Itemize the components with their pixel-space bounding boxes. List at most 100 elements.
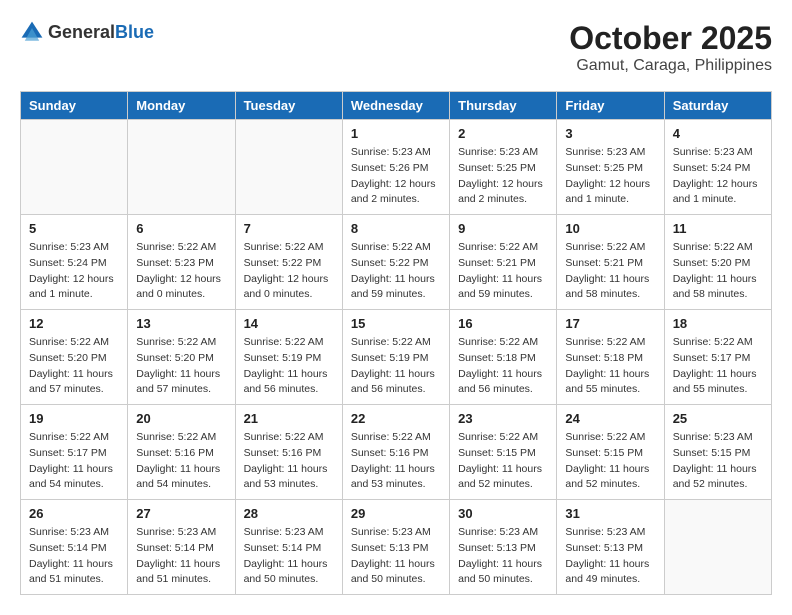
day-number: 16 [458,316,548,331]
weekday-header-saturday: Saturday [664,92,771,120]
day-number: 13 [136,316,226,331]
week-row-4: 19 Sunrise: 5:22 AMSunset: 5:17 PMDayligh… [21,405,772,500]
day-number: 8 [351,221,441,236]
weekday-header-tuesday: Tuesday [235,92,342,120]
day-cell: 10 Sunrise: 5:22 AMSunset: 5:21 PMDayligh… [557,215,664,310]
day-cell: 3 Sunrise: 5:23 AMSunset: 5:25 PMDaylight… [557,120,664,215]
day-info: Sunrise: 5:22 AMSunset: 5:17 PMDaylight:… [673,335,763,398]
day-info: Sunrise: 5:22 AMSunset: 5:23 PMDaylight:… [136,240,226,303]
day-info: Sunrise: 5:22 AMSunset: 5:21 PMDaylight:… [458,240,548,303]
month-title: October 2025 [569,20,772,57]
day-info: Sunrise: 5:23 AMSunset: 5:14 PMDaylight:… [136,525,226,588]
day-info: Sunrise: 5:23 AMSunset: 5:26 PMDaylight:… [351,145,441,208]
day-info: Sunrise: 5:22 AMSunset: 5:22 PMDaylight:… [351,240,441,303]
day-info: Sunrise: 5:22 AMSunset: 5:20 PMDaylight:… [29,335,119,398]
day-cell: 11 Sunrise: 5:22 AMSunset: 5:20 PMDayligh… [664,215,771,310]
weekday-header-wednesday: Wednesday [342,92,449,120]
day-info: Sunrise: 5:23 AMSunset: 5:25 PMDaylight:… [565,145,655,208]
day-info: Sunrise: 5:23 AMSunset: 5:13 PMDaylight:… [458,525,548,588]
day-cell: 15 Sunrise: 5:22 AMSunset: 5:19 PMDayligh… [342,310,449,405]
day-info: Sunrise: 5:22 AMSunset: 5:19 PMDaylight:… [351,335,441,398]
weekday-header-sunday: Sunday [21,92,128,120]
day-cell: 20Sunrise: 5:22 AMSunset: 5:16 PMDayligh… [128,405,235,500]
day-info: Sunrise: 5:23 AMSunset: 5:14 PMDaylight:… [244,525,334,588]
day-cell: 22 Sunrise: 5:22 AMSunset: 5:16 PMDayligh… [342,405,449,500]
day-cell: 5 Sunrise: 5:23 AMSunset: 5:24 PMDaylight… [21,215,128,310]
day-number: 27 [136,506,226,521]
day-number: 23 [458,411,548,426]
day-number: 30 [458,506,548,521]
day-info: Sunrise: 5:23 AMSunset: 5:13 PMDaylight:… [351,525,441,588]
day-info: Sunrise: 5:23 AMSunset: 5:24 PMDaylight:… [29,240,119,303]
location-title: Gamut, Caraga, Philippines [569,57,772,75]
day-info: Sunrise: 5:22 AMSunset: 5:21 PMDaylight:… [565,240,655,303]
day-number: 31 [565,506,655,521]
day-cell [664,500,771,595]
week-row-2: 5 Sunrise: 5:23 AMSunset: 5:24 PMDaylight… [21,215,772,310]
day-number: 19 [29,411,119,426]
day-info: Sunrise: 5:22 AMSunset: 5:16 PMDaylight:… [351,430,441,493]
day-info: Sunrise: 5:22 AMSunset: 5:18 PMDaylight:… [565,335,655,398]
title-block: October 2025 Gamut, Caraga, Philippines [569,20,772,75]
day-cell: 14 Sunrise: 5:22 AMSunset: 5:19 PMDayligh… [235,310,342,405]
logo-text: GeneralBlue [48,22,154,43]
day-info: Sunrise: 5:22 AMSunset: 5:20 PMDaylight:… [673,240,763,303]
day-number: 7 [244,221,334,236]
week-row-5: 26 Sunrise: 5:23 AMSunset: 5:14 PMDayligh… [21,500,772,595]
weekday-header-friday: Friday [557,92,664,120]
day-cell: 31 Sunrise: 5:23 AMSunset: 5:13 PMDayligh… [557,500,664,595]
day-cell: 2Sunrise: 5:23 AMSunset: 5:25 PMDaylight… [450,120,557,215]
day-number: 15 [351,316,441,331]
day-cell: 26Sunrise: 5:23 AMSunset: 5:14 PMDayligh… [21,500,128,595]
week-row-3: 12 Sunrise: 5:22 AMSunset: 5:20 PMDayligh… [21,310,772,405]
day-number: 3 [565,126,655,141]
logo-icon [20,20,44,44]
day-info: Sunrise: 5:23 AMSunset: 5:24 PMDaylight:… [673,145,763,208]
day-cell [235,120,342,215]
day-info: Sunrise: 5:23 AMSunset: 5:15 PMDaylight:… [673,430,763,493]
day-cell: 29 Sunrise: 5:23 AMSunset: 5:13 PMDayligh… [342,500,449,595]
day-number: 24 [565,411,655,426]
day-number: 12 [29,316,119,331]
day-number: 10 [565,221,655,236]
day-cell: 6Sunrise: 5:22 AMSunset: 5:23 PMDaylight… [128,215,235,310]
day-cell: 25 Sunrise: 5:23 AMSunset: 5:15 PMDayligh… [664,405,771,500]
day-number: 26 [29,506,119,521]
day-info: Sunrise: 5:22 AMSunset: 5:20 PMDaylight:… [136,335,226,398]
day-number: 9 [458,221,548,236]
day-cell: 7 Sunrise: 5:22 AMSunset: 5:22 PMDaylight… [235,215,342,310]
day-info: Sunrise: 5:22 AMSunset: 5:17 PMDaylight:… [29,430,119,493]
day-number: 25 [673,411,763,426]
day-number: 17 [565,316,655,331]
day-cell: 8 Sunrise: 5:22 AMSunset: 5:22 PMDaylight… [342,215,449,310]
day-info: Sunrise: 5:23 AMSunset: 5:13 PMDaylight:… [565,525,655,588]
day-number: 22 [351,411,441,426]
day-cell: 23Sunrise: 5:22 AMSunset: 5:15 PMDayligh… [450,405,557,500]
day-cell: 16 Sunrise: 5:22 AMSunset: 5:18 PMDayligh… [450,310,557,405]
day-info: Sunrise: 5:22 AMSunset: 5:16 PMDaylight:… [244,430,334,493]
weekday-header-row: SundayMondayTuesdayWednesdayThursdayFrid… [21,92,772,120]
logo: GeneralBlue [20,20,154,44]
day-cell [21,120,128,215]
weekday-header-monday: Monday [128,92,235,120]
day-info: Sunrise: 5:22 AMSunset: 5:16 PMDaylight:… [136,430,226,493]
day-info: Sunrise: 5:22 AMSunset: 5:18 PMDaylight:… [458,335,548,398]
day-number: 21 [244,411,334,426]
day-number: 1 [351,126,441,141]
page-header: GeneralBlue October 2025 Gamut, Caraga, … [20,20,772,75]
day-info: Sunrise: 5:22 AMSunset: 5:22 PMDaylight:… [244,240,334,303]
day-number: 14 [244,316,334,331]
day-cell: 21 Sunrise: 5:22 AMSunset: 5:16 PMDayligh… [235,405,342,500]
day-cell: 19 Sunrise: 5:22 AMSunset: 5:17 PMDayligh… [21,405,128,500]
day-info: Sunrise: 5:22 AMSunset: 5:19 PMDaylight:… [244,335,334,398]
day-cell: 28Sunrise: 5:23 AMSunset: 5:14 PMDayligh… [235,500,342,595]
day-number: 5 [29,221,119,236]
day-number: 2 [458,126,548,141]
day-cell: 4Sunrise: 5:23 AMSunset: 5:24 PMDaylight… [664,120,771,215]
day-cell: 30 Sunrise: 5:23 AMSunset: 5:13 PMDayligh… [450,500,557,595]
day-cell: 17 Sunrise: 5:22 AMSunset: 5:18 PMDayligh… [557,310,664,405]
day-cell: 24Sunrise: 5:22 AMSunset: 5:15 PMDayligh… [557,405,664,500]
day-number: 29 [351,506,441,521]
day-cell: 1 Sunrise: 5:23 AMSunset: 5:26 PMDaylight… [342,120,449,215]
day-number: 11 [673,221,763,236]
